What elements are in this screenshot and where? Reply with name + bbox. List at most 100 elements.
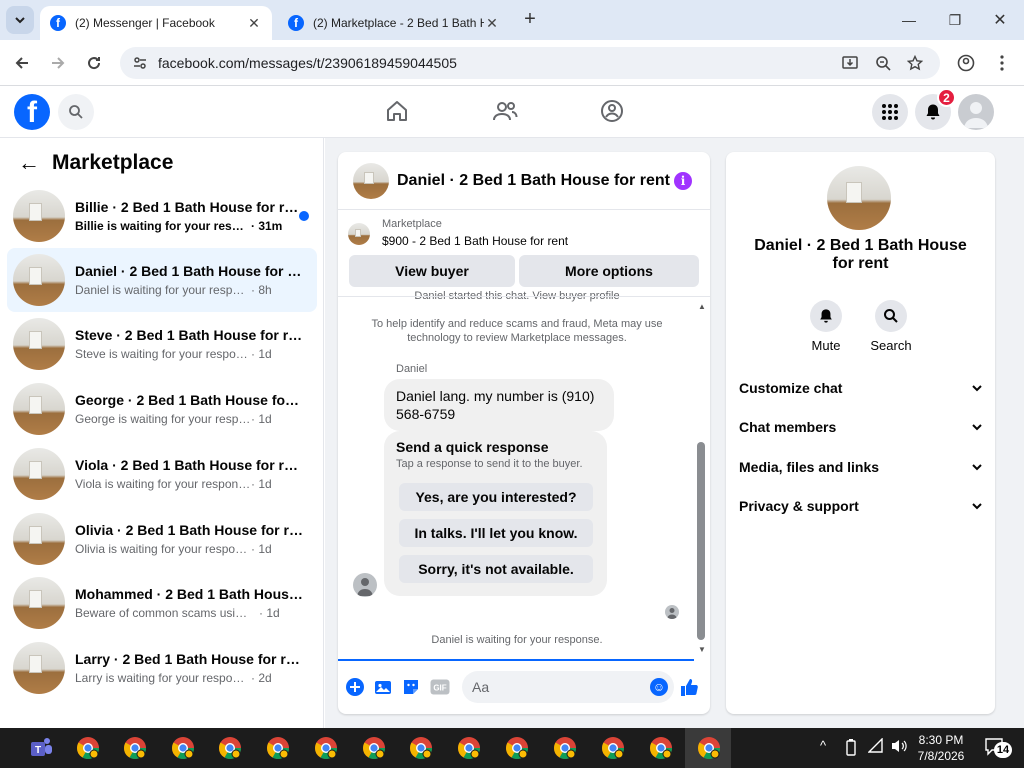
new-tab-button[interactable]: + [520, 9, 540, 30]
listing-summary[interactable]: Marketplace $900 - 2 Bed 1 Bath House fo… [348, 218, 568, 248]
chat-members-section[interactable]: Chat members [739, 416, 983, 438]
chrome-icon[interactable] [600, 735, 626, 761]
system-clock[interactable]: 8:30 PM 7/8/2026 [912, 732, 970, 764]
plus-circle-icon [346, 678, 364, 696]
reload-button[interactable] [81, 50, 107, 76]
chrome-icon[interactable] [456, 735, 482, 761]
tab-search-button[interactable] [6, 6, 34, 34]
wifi-icon[interactable] [867, 737, 886, 757]
conversation-preview: Daniel is waiting for your response. [75, 283, 251, 297]
site-info-icon[interactable] [130, 53, 150, 73]
message-input[interactable]: Aa ☺ [462, 671, 674, 703]
listing-thumbnail[interactable] [827, 166, 891, 230]
mute-action[interactable]: Mute [796, 300, 856, 353]
quick-response-option[interactable]: In talks. I'll let you know. [399, 519, 593, 547]
chat-window: Daniel · 2 Bed 1 Bath House for rent i M… [338, 152, 710, 714]
listing-thumbnail[interactable] [353, 162, 389, 199]
emoji-icon[interactable]: ☺ [650, 678, 668, 696]
chat-scrollbar-thumb[interactable] [697, 442, 705, 640]
quick-response-option[interactable]: Yes, are you interested? [399, 483, 593, 511]
conversation-preview: Olivia is waiting for your response. [75, 542, 251, 556]
more-actions-button[interactable] [344, 676, 366, 698]
marketplace-label: Marketplace [382, 218, 442, 230]
show-hidden-icons[interactable]: ^ [820, 738, 826, 753]
search-action[interactable]: Search [861, 300, 921, 353]
conversation-item[interactable]: Olivia · 2 Bed 1 Bath House for rent Oli… [7, 507, 317, 571]
conversation-item[interactable]: Daniel · 2 Bed 1 Bath House for rent Dan… [7, 248, 317, 312]
attach-photo-button[interactable] [372, 676, 394, 698]
facebook-logo[interactable]: f [14, 94, 50, 130]
chrome-icon[interactable] [504, 735, 530, 761]
friends-icon [493, 102, 518, 121]
address-bar[interactable]: facebook.com/messages/t/2390618945904450… [120, 47, 940, 79]
friends-nav-button[interactable] [490, 96, 520, 126]
chrome-icon[interactable] [408, 735, 434, 761]
conversation-name: Steve · 2 Bed 1 Bath House for rent [75, 327, 303, 343]
browser-menu-button[interactable] [989, 50, 1015, 76]
chat-details-panel: Daniel · 2 Bed 1 Bath House for rent Mut… [726, 152, 995, 714]
conversation-name: Olivia · 2 Bed 1 Bath House for rent [75, 522, 303, 538]
tab-marketplace[interactable]: f (2) Marketplace - 2 Bed 1 Bath H ✕ [278, 6, 510, 40]
forward-button[interactable] [45, 50, 71, 76]
chrome-icon[interactable] [696, 735, 722, 761]
chat-title[interactable]: Daniel · 2 Bed 1 Bath House for rent [397, 172, 670, 190]
gif-button[interactable]: GIF [429, 676, 451, 698]
view-buyer-button[interactable]: View buyer [349, 255, 515, 287]
conversation-item[interactable]: Viola · 2 Bed 1 Bath House for rent Viol… [7, 442, 317, 506]
back-arrow-icon[interactable]: ← [18, 150, 40, 176]
conversation-item[interactable]: Billie · 2 Bed 1 Bath House for rent Bil… [7, 184, 317, 248]
scroll-down-arrow[interactable]: ▼ [696, 645, 708, 654]
quick-response-option[interactable]: Sorry, it's not available. [399, 555, 593, 583]
profile-button[interactable] [953, 50, 979, 76]
zoom-icon[interactable] [873, 53, 893, 73]
volume-icon[interactable] [890, 738, 908, 757]
listing-price-title: $900 - 2 Bed 1 Bath House for rent [382, 234, 569, 248]
privacy-support-section[interactable]: Privacy & support [739, 495, 983, 517]
chrome-icon[interactable] [361, 735, 387, 761]
groups-nav-button[interactable] [597, 96, 627, 126]
conversation-name: Mohammed · 2 Bed 1 Bath House f... [75, 586, 303, 602]
send-like-button[interactable] [678, 676, 700, 698]
battery-icon[interactable] [845, 738, 857, 759]
menu-grid-button[interactable] [872, 94, 908, 130]
minimize-button[interactable]: — [897, 8, 921, 32]
user-silhouette-icon [667, 608, 677, 619]
conversation-name: George · 2 Bed 1 Bath House for re... [75, 392, 303, 408]
bookmark-star-icon[interactable] [905, 53, 925, 73]
conversation-item[interactable]: Larry · 2 Bed 1 Bath House for rent Larr… [7, 636, 317, 700]
scroll-up-arrow[interactable]: ▲ [696, 302, 708, 311]
close-tab-icon[interactable]: ✕ [484, 15, 500, 32]
divider [338, 296, 710, 297]
sticker-button[interactable] [400, 676, 422, 698]
home-nav-button[interactable] [382, 96, 412, 126]
info-icon[interactable]: i [674, 172, 692, 190]
more-options-button[interactable]: More options [519, 255, 699, 287]
customize-chat-section[interactable]: Customize chat [739, 377, 983, 399]
chrome-icon[interactable] [313, 735, 339, 761]
back-button[interactable] [9, 50, 35, 76]
chrome-icon[interactable] [265, 735, 291, 761]
close-tab-icon[interactable]: ✕ [246, 15, 262, 32]
tab-messenger[interactable]: f (2) Messenger | Facebook ✕ [40, 6, 272, 40]
restore-button[interactable]: ❐ [943, 8, 967, 32]
close-window-button[interactable]: ✕ [988, 8, 1012, 32]
teams-icon[interactable]: T [28, 735, 54, 761]
conversation-item[interactable]: George · 2 Bed 1 Bath House for re... Ge… [7, 377, 317, 441]
chrome-icon[interactable] [75, 735, 101, 761]
facebook-search-button[interactable] [58, 94, 94, 130]
mute-button[interactable] [810, 300, 842, 332]
media-files-links-section[interactable]: Media, files and links [739, 456, 983, 478]
chrome-icon[interactable] [217, 735, 243, 761]
chrome-icon[interactable] [552, 735, 578, 761]
install-app-icon[interactable] [840, 53, 860, 73]
facebook-favicon-icon: f [288, 15, 304, 31]
account-avatar[interactable] [958, 94, 994, 130]
chrome-icon[interactable] [122, 735, 148, 761]
search-in-chat-button[interactable] [875, 300, 907, 332]
chrome-icon[interactable] [648, 735, 674, 761]
chrome-icon[interactable] [170, 735, 196, 761]
search-icon [884, 309, 898, 323]
conversation-item[interactable]: Steve · 2 Bed 1 Bath House for rent Stev… [7, 312, 317, 376]
reload-icon [88, 57, 101, 70]
conversation-item[interactable]: Mohammed · 2 Bed 1 Bath House f... Bewar… [7, 571, 317, 635]
